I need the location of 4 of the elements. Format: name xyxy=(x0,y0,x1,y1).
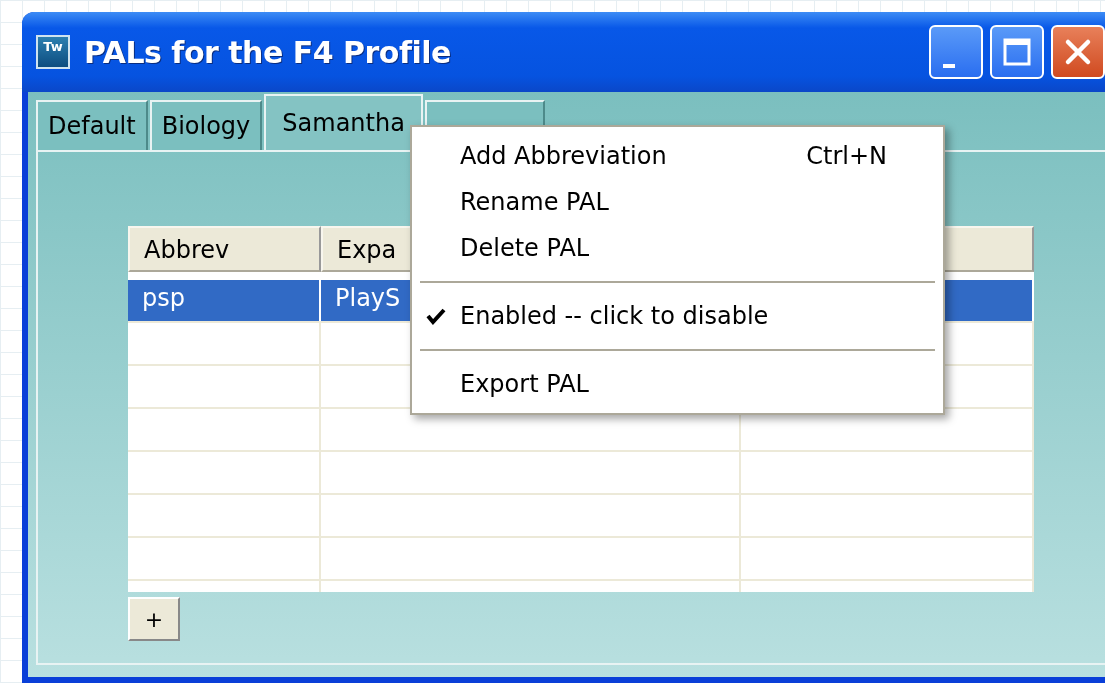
app-icon: Tw xyxy=(36,35,70,69)
window-title: PALs for the F4 Profile xyxy=(84,34,451,70)
shortcut-text: Ctrl+N xyxy=(806,142,887,170)
table-cell: psp xyxy=(128,280,321,321)
